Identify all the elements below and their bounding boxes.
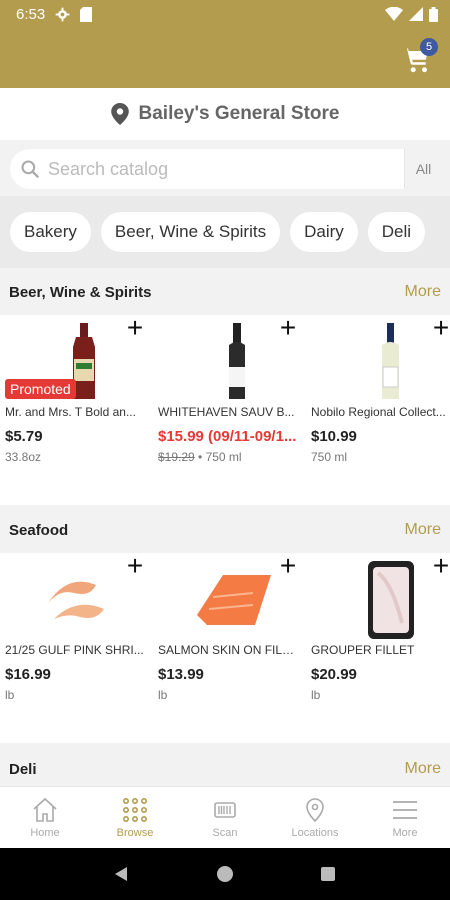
product-size: $19.29 • 750 ml: [158, 450, 242, 464]
product-sale-price: $15.99 (09/11-09/1...: [158, 428, 297, 445]
add-to-cart-button[interactable]: +: [277, 314, 299, 342]
product-price: $10.99: [311, 428, 357, 445]
product-card[interactable]: + 21/25 GULF PINK SHRI... $16.99 lb: [0, 552, 150, 743]
cart-button[interactable]: 5: [402, 38, 438, 74]
signal-icon: [409, 7, 423, 21]
section-more-link[interactable]: More: [405, 760, 441, 778]
add-to-cart-button[interactable]: +: [430, 552, 450, 580]
barcode-icon: [214, 801, 236, 818]
category-chip-dairy[interactable]: Dairy: [290, 212, 358, 252]
section-title: Seafood: [9, 521, 69, 539]
add-to-cart-button[interactable]: +: [277, 552, 299, 580]
product-price: $5.79: [5, 428, 43, 445]
status-time: 6:53: [16, 5, 46, 23]
add-to-cart-button[interactable]: +: [124, 552, 146, 580]
add-to-cart-button[interactable]: +: [124, 314, 146, 342]
sd-card-icon: [80, 6, 93, 22]
section-title: Deli: [9, 760, 37, 778]
wifi-icon: [385, 7, 403, 21]
product-name: GROUPER FILLET: [311, 643, 415, 657]
search-scope-button[interactable]: All: [404, 149, 442, 189]
cart-count-badge: 5: [420, 38, 438, 56]
status-bar: 6:53: [0, 0, 450, 28]
nav-locations[interactable]: Locations: [270, 787, 360, 848]
product-size: lb: [158, 688, 168, 702]
product-card[interactable]: + GROUPER FILLET $20.99 lb: [306, 552, 450, 743]
bottom-nav: Home Browse Scan Locations More: [0, 786, 450, 848]
product-name: 21/25 GULF PINK SHRI...: [5, 643, 144, 657]
home-icon: [33, 797, 57, 822]
nav-home[interactable]: Home: [0, 787, 90, 848]
section-title: Beer, Wine & Spirits: [9, 283, 152, 301]
location-pin-icon: [306, 797, 324, 822]
search-icon: [21, 160, 40, 179]
category-chips: Bakery Beer, Wine & Spirits Dairy Deli: [0, 196, 450, 268]
menu-icon: [393, 800, 417, 819]
section-header: Seafood More: [0, 507, 450, 553]
product-price: $16.99: [5, 666, 51, 683]
store-name: Bailey's General Store: [138, 103, 340, 124]
section-more-link[interactable]: More: [405, 521, 441, 539]
category-chip-deli[interactable]: Deli: [367, 212, 426, 252]
app-bar: 5: [0, 28, 450, 88]
product-price: $20.99: [311, 666, 357, 683]
system-nav-bar: [0, 848, 450, 900]
add-to-cart-button[interactable]: +: [430, 314, 450, 342]
product-old-price: $19.29: [158, 450, 195, 464]
product-name: WHITEHAVEN SAUV B...: [158, 405, 295, 419]
browse-grid-icon: [122, 797, 147, 822]
nav-scan[interactable]: Scan: [180, 787, 270, 848]
product-price: $13.99: [158, 666, 204, 683]
product-image: [368, 561, 414, 639]
nav-scan-label: Scan: [212, 826, 238, 839]
product-size: 33.8oz: [5, 450, 42, 464]
category-chip-beer-wine-spirits[interactable]: Beer, Wine & Spirits: [100, 212, 281, 252]
nav-more-label: More: [392, 826, 418, 839]
product-size: lb: [311, 688, 321, 702]
location-pin-icon: [110, 103, 129, 125]
product-card[interactable]: + WHITEHAVEN SAUV B... $15.99 (09/11-09/…: [153, 314, 303, 505]
store-selector[interactable]: Bailey's General Store: [0, 88, 450, 140]
nav-home-label: Home: [30, 826, 60, 839]
search-box: All: [10, 149, 442, 189]
nav-browse-label: Browse: [116, 826, 154, 839]
product-card[interactable]: + Nobilo Regional Collect... $10.99 750 …: [306, 314, 450, 505]
product-image: [382, 323, 399, 399]
battery-icon: [429, 6, 438, 22]
nav-browse[interactable]: Browse: [90, 787, 180, 848]
home-circle-icon[interactable]: [216, 865, 234, 883]
product-name: Nobilo Regional Collect...: [311, 405, 446, 419]
product-size-value: 750 ml: [205, 450, 242, 464]
product-name: SALMON SKIN ON FILL...: [158, 643, 298, 657]
product-size: lb: [5, 688, 15, 702]
settings-gear-icon: [55, 7, 70, 21]
product-row: + Promoted Mr. and Mrs. T Bold an... $5.…: [0, 314, 450, 505]
search-bar: All: [0, 140, 450, 196]
product-row: + 21/25 GULF PINK SHRI... $16.99 lb + SA…: [0, 552, 450, 743]
nav-locations-label: Locations: [291, 826, 339, 839]
back-icon[interactable]: [113, 865, 131, 883]
product-name: Mr. and Mrs. T Bold an...: [5, 405, 136, 419]
search-input[interactable]: [40, 158, 404, 180]
section-more-link[interactable]: More: [405, 283, 441, 301]
product-size: 750 ml: [311, 450, 348, 464]
promoted-badge: Promoted: [5, 379, 76, 399]
section-header: Beer, Wine & Spirits More: [0, 269, 450, 315]
category-chip-bakery[interactable]: Bakery: [10, 212, 91, 252]
product-card[interactable]: + Promoted Mr. and Mrs. T Bold an... $5.…: [0, 314, 150, 505]
nav-more[interactable]: More: [360, 787, 450, 848]
product-card[interactable]: + SALMON SKIN ON FILL... $13.99 lb: [153, 552, 303, 743]
recents-icon[interactable]: [319, 865, 337, 883]
